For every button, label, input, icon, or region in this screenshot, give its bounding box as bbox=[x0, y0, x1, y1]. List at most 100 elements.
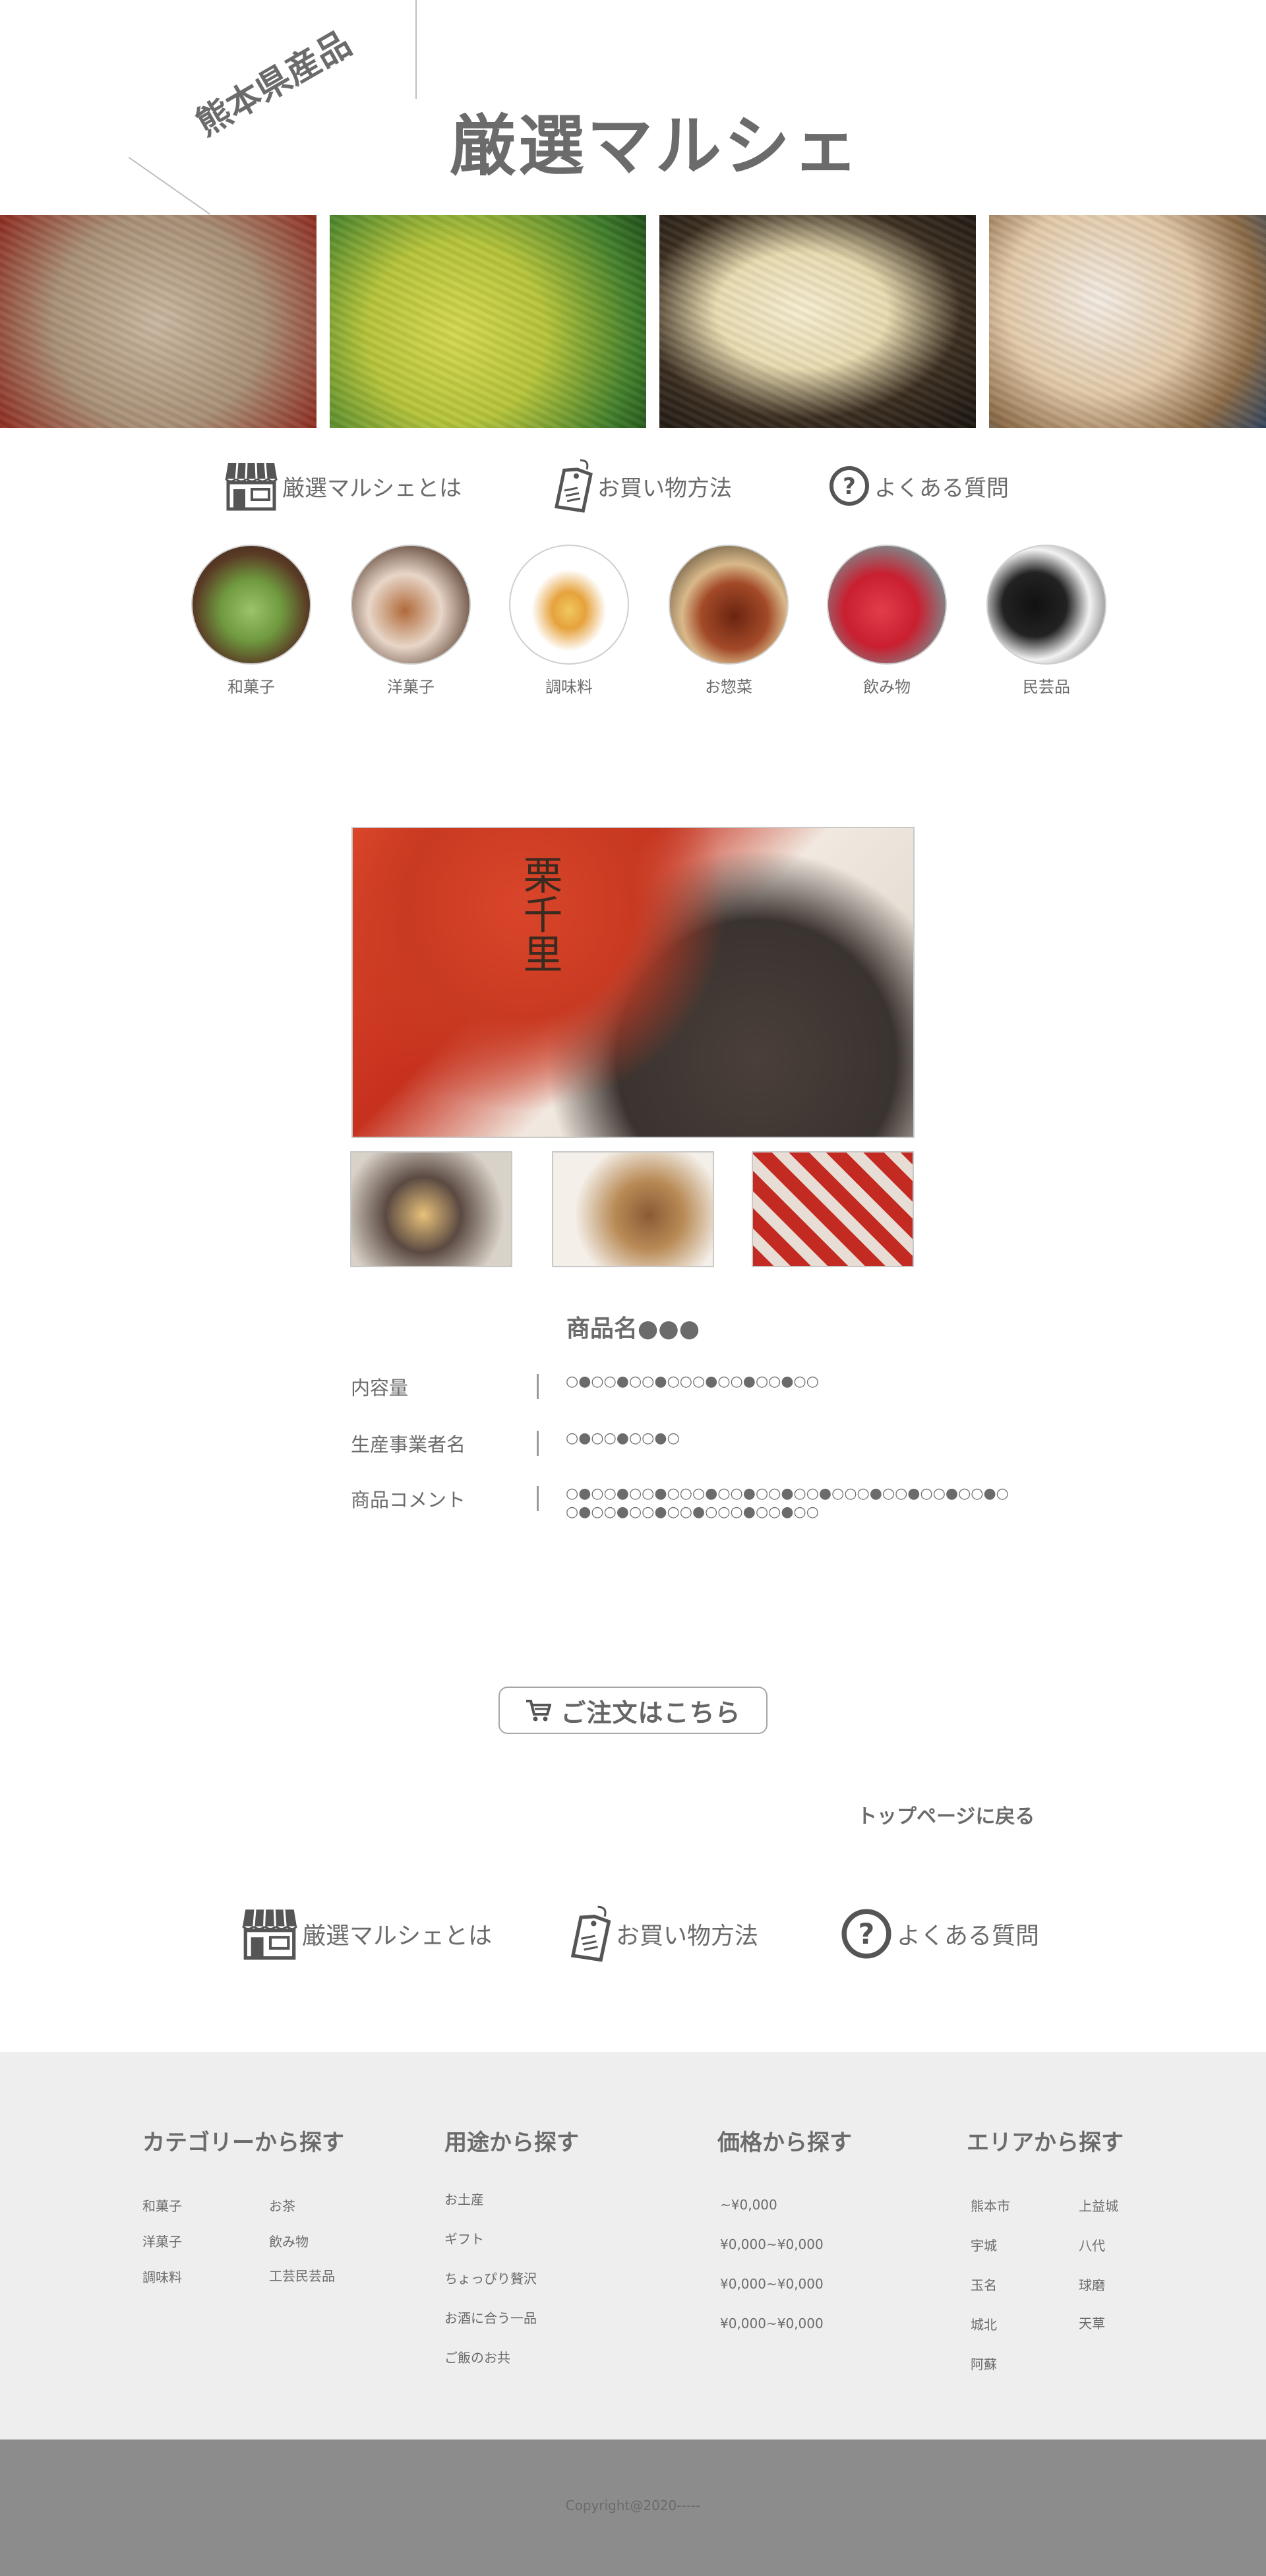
footer-link[interactable]: 調味料 bbox=[142, 2267, 182, 2286]
nav-item-label: お買い物方法 bbox=[616, 1923, 759, 1950]
category-image bbox=[191, 545, 311, 665]
category-image bbox=[351, 545, 471, 665]
product-thumbnail[interactable] bbox=[752, 1151, 914, 1267]
copyright-bar: Copyright@2020----- bbox=[0, 2440, 1266, 2576]
footer-link[interactable]: お酒に合う一品 bbox=[444, 2308, 537, 2327]
footer-link[interactable]: ギフト bbox=[444, 2229, 484, 2248]
footer-link[interactable]: 飲み物 bbox=[269, 2231, 309, 2250]
category-item-drinks[interactable]: 飲み物 bbox=[824, 545, 950, 697]
shop-icon bbox=[241, 1907, 298, 1961]
svg-text:?: ? bbox=[859, 1919, 875, 1951]
price-tag-icon bbox=[550, 458, 593, 514]
header-tagline: 熊本県産品 bbox=[189, 24, 358, 144]
footer-link[interactable]: 洋菓子 bbox=[142, 2231, 182, 2250]
question-circle-icon: ? bbox=[828, 465, 870, 507]
footer-link[interactable]: ちょっぴり贅沢 bbox=[444, 2268, 537, 2287]
footer-link[interactable]: ¥0,000~¥0,000 bbox=[720, 2236, 824, 2252]
nav-item-about[interactable]: 厳選マルシェとは bbox=[241, 1904, 492, 1963]
spec-divider bbox=[537, 1431, 539, 1456]
decorative-line bbox=[415, 0, 417, 99]
footer-link[interactable]: 熊本市 bbox=[971, 2196, 1010, 2215]
category-item-side-dishes[interactable]: お惣菜 bbox=[666, 545, 791, 697]
question-circle-icon: ? bbox=[840, 1907, 893, 1960]
category-image bbox=[669, 545, 789, 665]
site-header: 熊本県産品 厳選マルシェ bbox=[0, 0, 1266, 215]
order-button-label: ご注文はこちら bbox=[560, 1698, 741, 1727]
spec-divider bbox=[537, 1374, 539, 1399]
spec-divider bbox=[537, 1486, 539, 1511]
footer-link[interactable]: ¥0,000~¥0,000 bbox=[720, 2276, 824, 2292]
footer-link[interactable]: 玉名 bbox=[971, 2275, 997, 2294]
top-nav: 厳選マルシェとは お買い物方法 ? よくある質問 bbox=[0, 456, 1266, 516]
footer-link[interactable]: お茶 bbox=[269, 2196, 295, 2215]
category-label: お惣菜 bbox=[705, 678, 752, 696]
nav-item-label: お買い物方法 bbox=[597, 475, 732, 502]
category-image bbox=[827, 545, 947, 665]
hero-photo-cream-bun bbox=[989, 215, 1266, 428]
nav-item-label: よくある質問 bbox=[874, 475, 1009, 502]
footer-column-title: 用途から探す bbox=[444, 2130, 579, 2156]
product-thumbnail[interactable] bbox=[350, 1151, 512, 1267]
bottom-nav: 厳選マルシェとは お買い物方法 ? よくある質問 bbox=[0, 1904, 1266, 1963]
product-name: 商品名●●● bbox=[566, 1315, 700, 1342]
nav-item-how-to-buy[interactable]: お買い物方法 bbox=[550, 456, 732, 516]
footer-link[interactable]: お土産 bbox=[444, 2189, 484, 2208]
footer-link[interactable]: ご飯のお共 bbox=[444, 2347, 510, 2366]
spec-value: ○●○○●○○●○○○●○○●○○●○○ bbox=[566, 1373, 819, 1390]
category-item-western-sweets[interactable]: 洋菓子 bbox=[348, 545, 473, 697]
product-box-text: 栗千里 bbox=[516, 854, 562, 973]
footer-link[interactable]: ~¥0,000 bbox=[720, 2197, 777, 2213]
footer-link[interactable]: 上益城 bbox=[1079, 2196, 1118, 2215]
spec-value: ○●○○●○○●○○○●○○●○○●○○●○○○●○○●○○●○○●○ ○●○○… bbox=[566, 1485, 1009, 1520]
nav-item-how-to-buy[interactable]: お買い物方法 bbox=[566, 1904, 758, 1963]
nav-item-label: 厳選マルシェとは bbox=[302, 1923, 493, 1950]
footer-link[interactable]: 球磨 bbox=[1079, 2275, 1105, 2294]
nav-item-faq[interactable]: ? よくある質問 bbox=[828, 456, 1009, 516]
footer-link[interactable]: 工芸民芸品 bbox=[269, 2265, 335, 2285]
spec-value: ○●○○●○○●○ bbox=[566, 1430, 680, 1447]
footer-link[interactable]: 城北 bbox=[971, 2314, 997, 2333]
category-list: 和菓子 洋菓子 調味料 お惣菜 飲み物 民芸品 bbox=[0, 545, 1266, 703]
svg-text:?: ? bbox=[843, 473, 856, 500]
category-item-seasoning[interactable]: 調味料 bbox=[506, 545, 632, 697]
footer-link[interactable]: 八代 bbox=[1079, 2235, 1105, 2254]
shop-icon bbox=[224, 460, 278, 512]
nav-item-label: 厳選マルシェとは bbox=[282, 475, 462, 502]
copyright-text: Copyright@2020----- bbox=[565, 2498, 701, 2513]
category-label: 洋菓子 bbox=[387, 678, 435, 696]
spec-key: 生産事業者名 bbox=[351, 1433, 466, 1456]
hero-photo-soba bbox=[0, 215, 316, 428]
footer-link[interactable]: ¥0,000~¥0,000 bbox=[720, 2316, 824, 2331]
category-label: 飲み物 bbox=[863, 678, 911, 696]
category-label: 民芸品 bbox=[1023, 678, 1070, 696]
footer-column-title: カテゴリーから探す bbox=[142, 2130, 344, 2156]
category-label: 和菓子 bbox=[227, 678, 275, 696]
hero-photo-strip bbox=[0, 215, 1266, 428]
cart-icon bbox=[525, 1698, 552, 1722]
category-item-wagashi[interactable]: 和菓子 bbox=[189, 545, 314, 697]
price-tag-icon bbox=[566, 1904, 612, 1963]
nav-item-about[interactable]: 厳選マルシェとは bbox=[224, 456, 462, 516]
site-footer: カテゴリーから探す 和菓子 洋菓子 調味料 お茶 飲み物 工芸民芸品 用途から探… bbox=[0, 2052, 1266, 2440]
site-title[interactable]: 厳選マルシェ bbox=[450, 92, 861, 188]
decorative-line bbox=[128, 157, 210, 215]
footer-link[interactable]: 天草 bbox=[1079, 2313, 1105, 2332]
category-image bbox=[509, 545, 629, 665]
hero-photo-matcha-ice-cream bbox=[330, 215, 646, 428]
product-thumbnail[interactable] bbox=[552, 1151, 714, 1267]
footer-column-title: エリアから探す bbox=[967, 2130, 1124, 2156]
footer-link[interactable]: 和菓子 bbox=[142, 2196, 182, 2215]
category-image bbox=[986, 545, 1106, 665]
order-button[interactable]: ご注文はこちら bbox=[498, 1687, 768, 1734]
footer-column-title: 価格から探す bbox=[717, 2130, 852, 2156]
footer-link[interactable]: 阿蘇 bbox=[971, 2354, 997, 2373]
footer-link[interactable]: 宇城 bbox=[971, 2235, 997, 2254]
spec-key: 内容量 bbox=[351, 1377, 409, 1399]
hero-photo-tofu-pudding bbox=[659, 215, 976, 428]
category-item-folk-crafts[interactable]: 民芸品 bbox=[984, 545, 1109, 697]
nav-item-faq[interactable]: ? よくある質問 bbox=[840, 1904, 1039, 1963]
back-to-top-link[interactable]: トップページに戻る bbox=[857, 1800, 1035, 1829]
nav-item-label: よくある質問 bbox=[897, 1923, 1040, 1950]
category-label: 調味料 bbox=[545, 678, 593, 696]
product-thumbnails bbox=[0, 1151, 1266, 1267]
